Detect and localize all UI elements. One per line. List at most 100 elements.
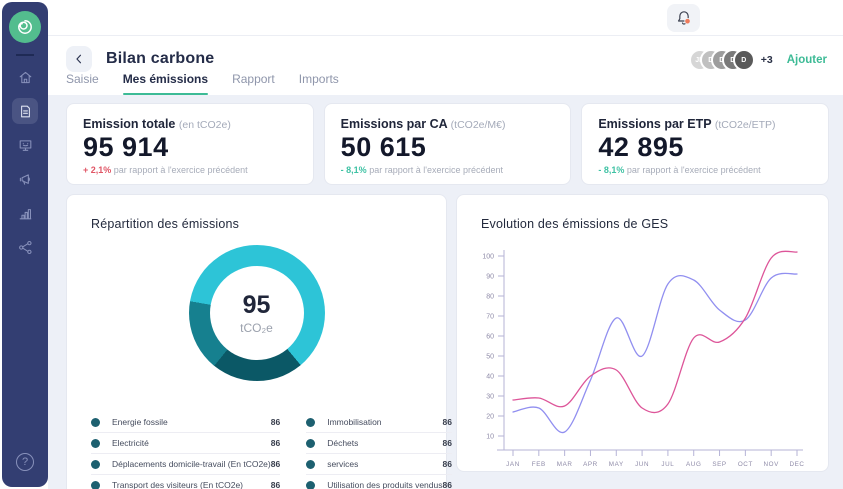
legend-item: Energie fossile86 [91, 412, 280, 433]
svg-text:60: 60 [486, 334, 494, 341]
legend-label: services [327, 459, 358, 469]
bell-icon [674, 8, 694, 28]
kpi-delta-percent: - 8,1% [598, 165, 624, 175]
kpi-card-emission-totale: Emission totale (en tCO2e) 95 914 + 2,1%… [66, 103, 314, 185]
sidebar-item-home[interactable] [12, 64, 38, 90]
help-button[interactable]: ? [16, 453, 34, 471]
emissions-donut-chart: 95 tCO₂e [189, 245, 325, 381]
legend-item: Electricité86 [91, 433, 280, 454]
svg-text:50: 50 [486, 354, 494, 361]
app-window: ? Bilan carbone Saisie Mes émissions Rap… [0, 0, 843, 489]
svg-text:40: 40 [486, 374, 494, 381]
legend-value: 86 [271, 438, 280, 448]
sidebar-item-documents[interactable] [12, 98, 38, 124]
kpi-title: Emissions par CA (tCO2e/M€) [341, 117, 555, 131]
add-collaborator-button[interactable]: Ajouter [787, 54, 827, 66]
donut-card-title: Répartition des émissions [91, 217, 422, 231]
chevron-left-icon [72, 52, 86, 66]
charts-row: Répartition des émissions 95 tCO₂e Energ… [66, 194, 829, 489]
svg-text:10: 10 [486, 434, 494, 441]
avatars-more-count[interactable]: +3 [761, 54, 773, 66]
repartition-card: Répartition des émissions 95 tCO₂e Energ… [66, 194, 447, 489]
axes [497, 250, 803, 450]
svg-text:JUN: JUN [635, 461, 649, 468]
tab-bar: Saisie Mes émissions Rapport Imports [66, 72, 363, 95]
kpi-value: 50 615 [341, 132, 555, 163]
sidebar-item-announcements[interactable] [12, 166, 38, 192]
tab-mes-emissions[interactable]: Mes émissions [123, 72, 208, 95]
organization-icon [17, 239, 34, 256]
legend-item: services86 [306, 454, 452, 475]
legend-item: Utilisation des produits vendus86 [306, 475, 452, 489]
kpi-delta: - 8,1% par rapport à l'exercice précéden… [598, 165, 812, 175]
svg-text:20: 20 [486, 414, 494, 421]
legend-dot-icon [306, 418, 315, 427]
svg-text:FEB: FEB [532, 461, 546, 468]
svg-text:APR: APR [583, 461, 598, 468]
legend-dot-icon [91, 460, 100, 469]
sidebar-nav [12, 64, 38, 260]
main-content: Emission totale (en tCO2e) 95 914 + 2,1%… [48, 95, 843, 489]
donut-legend: Energie fossile86Electricité86 Déplacemen… [91, 412, 422, 489]
legend-dot-icon [306, 460, 315, 469]
avatar[interactable]: D [733, 49, 755, 71]
kpi-delta: - 8,1% par rapport à l'exercice précéden… [341, 165, 555, 175]
tab-saisie[interactable]: Saisie [66, 72, 99, 95]
svg-text:DEC: DEC [789, 461, 804, 468]
sidebar-item-analytics[interactable] [12, 200, 38, 226]
evolution-card: Evolution des émissions de GES 102030405… [456, 194, 829, 472]
svg-text:70: 70 [486, 314, 494, 321]
ges-line-chart: 102030405060708090100JANFEBMARAPRMAYJUNJ… [457, 195, 830, 473]
megaphone-icon [17, 171, 34, 188]
back-button[interactable] [66, 46, 92, 72]
legend-item: Déchets86 [306, 433, 452, 454]
kpi-delta-text: par rapport à l'exercice précédent [114, 165, 248, 175]
sidebar-item-presentation[interactable] [12, 132, 38, 158]
legend-value: 86 [271, 459, 280, 469]
legend-column-left: Energie fossile86Electricité86 Déplacemen… [91, 412, 280, 489]
kpi-title: Emission totale (en tCO2e) [83, 117, 297, 131]
legend-dot-icon [306, 439, 315, 448]
kpi-unit: (en tCO2e) [179, 119, 231, 131]
legend-item: Immobilisation86 [306, 412, 452, 433]
notifications-button[interactable] [667, 4, 700, 32]
legend-label: Déplacements domicile-travail (En tCO2e) [112, 459, 271, 469]
kpi-value: 95 914 [83, 132, 297, 163]
legend-dot-icon [91, 418, 100, 427]
kpi-unit: (tCO2e/M€) [451, 119, 506, 131]
kpi-row: Emission totale (en tCO2e) 95 914 + 2,1%… [66, 103, 829, 185]
page-title: Bilan carbone [106, 50, 214, 68]
sidebar-item-organization[interactable] [12, 234, 38, 260]
svg-text:100: 100 [482, 254, 494, 261]
document-icon [17, 103, 34, 120]
kpi-delta-percent: + 2,1% [83, 165, 111, 175]
svg-text:AUG: AUG [686, 461, 701, 468]
app-logo[interactable] [9, 11, 41, 43]
svg-text:30: 30 [486, 394, 494, 401]
sidebar: ? [2, 2, 48, 487]
presentation-icon [17, 137, 34, 154]
home-icon [17, 69, 34, 86]
legend-column-right: Immobilisation86Déchets86services86Utili… [306, 412, 452, 489]
svg-text:90: 90 [486, 274, 494, 281]
line-series [513, 251, 797, 412]
legend-value: 86 [443, 438, 452, 448]
svg-text:JAN: JAN [506, 461, 520, 468]
bar-chart-icon [17, 205, 34, 222]
spiral-logo-icon [13, 15, 37, 39]
svg-text:JUL: JUL [661, 461, 674, 468]
svg-text:MAY: MAY [609, 461, 624, 468]
tab-imports[interactable]: Imports [299, 72, 339, 95]
kpi-title: Emissions par ETP (tCO2e/ETP) [598, 117, 812, 131]
kpi-delta: + 2,1% par rapport à l'exercice précéden… [83, 165, 297, 175]
kpi-unit: (tCO2e/ETP) [715, 119, 776, 131]
svg-text:SEP: SEP [712, 461, 726, 468]
legend-dot-icon [91, 481, 100, 489]
topbar [48, 0, 843, 36]
collaborators: JD D D D D +3 Ajouter [689, 49, 827, 71]
kpi-value: 42 895 [598, 132, 812, 163]
legend-value: 86 [443, 480, 452, 489]
donut-center-value: 95 [243, 291, 271, 320]
tab-rapport[interactable]: Rapport [232, 72, 275, 95]
help-icon: ? [22, 456, 28, 468]
